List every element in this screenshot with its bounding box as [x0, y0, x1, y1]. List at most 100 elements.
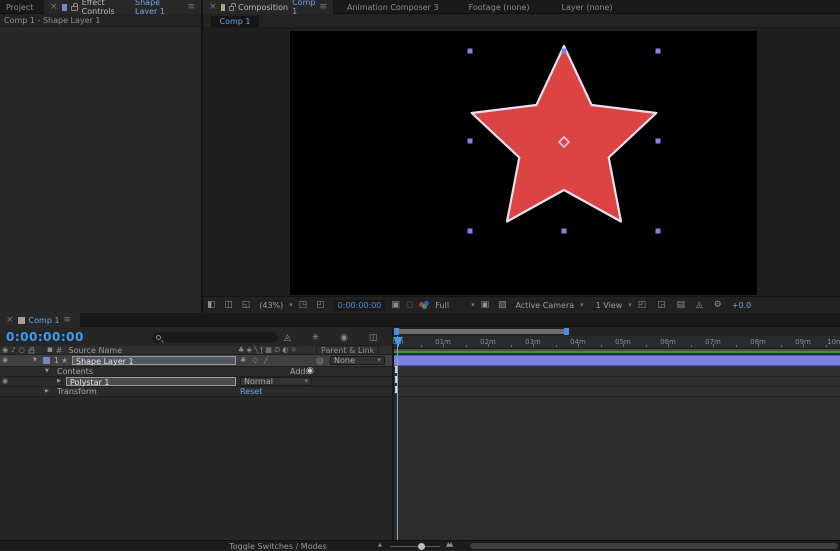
ruler-tick — [600, 345, 602, 347]
tab-composition[interactable]: × Composition Comp 1 ≡ — [203, 0, 333, 16]
solo-column-icon: ○ — [18, 345, 25, 354]
show-channel-icon[interactable] — [419, 301, 430, 309]
effect-controls-tabbar: Project × Effect Controls Shape Layer 1 … — [0, 0, 201, 16]
blend-mode-dropdown[interactable]: Normal ▾ — [240, 377, 312, 386]
shape-layer-overlay — [467, 44, 661, 234]
time-ruler[interactable]: 0m 01m 02m 03m 04m 05m 06m 07m 08m 09m 1… — [392, 336, 840, 349]
chevron-down-icon[interactable]: ▾ — [289, 301, 293, 309]
panel-swatch-icon — [220, 3, 225, 11]
layer-label-swatch[interactable] — [43, 357, 50, 364]
tab-project[interactable]: Project — [0, 0, 44, 14]
tab-timeline-comp1[interactable]: × Comp 1 ≡ — [0, 313, 80, 327]
close-icon[interactable]: × — [6, 315, 14, 325]
pickwhip-icon[interactable]: @ — [316, 356, 324, 365]
subtab-comp1[interactable]: Comp 1 — [211, 16, 259, 27]
property-row-contents[interactable]: ▼ Contents Add: ◉ — [0, 367, 393, 377]
navigator-handle-left[interactable] — [394, 328, 399, 335]
view-layout-dropdown[interactable]: 1 View — [596, 301, 623, 310]
subtab-comp1-label: Comp 1 — [219, 17, 251, 26]
camera-view-dropdown[interactable]: Active Camera — [515, 301, 574, 310]
ruler-tick — [758, 344, 759, 347]
layer-duration-bar[interactable] — [394, 355, 840, 366]
footer-bar: Toggle Switches / Modes ▲ ▲▲ — [0, 540, 840, 551]
tab-composition-label: Composition — [238, 2, 289, 12]
transform-reset-button[interactable]: Reset — [240, 387, 262, 396]
lock-icon[interactable] — [71, 2, 79, 11]
contents-label: Contents — [57, 367, 93, 376]
snapshot-camera-icon[interactable]: ▣ — [391, 300, 400, 310]
panel-menu-icon[interactable]: ≡ — [64, 315, 72, 325]
tab-layer[interactable]: Layer (none) — [555, 0, 618, 14]
add-property-button[interactable]: ◉ — [306, 367, 314, 376]
playhead-head[interactable] — [393, 337, 403, 347]
ruler-tick — [533, 344, 534, 347]
preview-tools-icons[interactable]: ◰ ◲ ▤ ◬ ⚙ — [638, 300, 726, 310]
timeline-zoom-slider[interactable] — [390, 543, 440, 550]
zoom-out-mountain-icon[interactable]: ▲ — [378, 543, 382, 548]
ruler-tick — [465, 345, 467, 347]
zoom-slider-knob[interactable] — [418, 543, 425, 550]
timeline-body: 0:00:00:00 ◬ ✳ ◉ ◫ ◔ ▢ ◉ ♪ ○ ▪ # Source … — [0, 327, 840, 540]
ruler-tick — [623, 344, 624, 347]
playhead-line[interactable] — [397, 336, 398, 540]
chevron-down-icon: ▾ — [304, 377, 308, 385]
ruler-tick — [668, 344, 669, 347]
layer-row-shape-layer-1[interactable]: ◉ ▼ 1 ★ Shape Layer 1 ♣ ◇ ╱ @ None ▾ — [0, 355, 393, 367]
zoom-in-mountain-icon[interactable]: ▲▲ — [446, 542, 453, 548]
lock-icon[interactable] — [228, 2, 237, 11]
ruler-tick — [780, 345, 782, 347]
exposure-value[interactable]: +0.0 — [732, 301, 751, 310]
chevron-down-icon[interactable]: ▾ — [471, 301, 475, 309]
track-rows-bg — [394, 366, 840, 397]
timeline-tabbar: × Comp 1 ≡ — [0, 313, 840, 327]
tab-project-label: Project — [6, 2, 34, 12]
region-of-interest-icon[interactable]: ▣ ▨ — [481, 300, 510, 310]
polystar-name[interactable]: Polystar 1 — [66, 377, 236, 387]
resolution-dropdown[interactable]: Full — [435, 301, 449, 310]
effect-controls-body — [0, 27, 201, 313]
tab-animation-composer[interactable]: Animation Composer 3 — [341, 0, 445, 14]
layer-switches-icons[interactable]: ♣ ◇ ╱ — [240, 357, 270, 364]
column-parent-link[interactable]: Parent & Link — [316, 344, 380, 356]
panel-menu-icon[interactable]: ≡ — [187, 2, 195, 12]
navigator-handle-right[interactable] — [564, 328, 569, 335]
polystar-shape[interactable] — [470, 44, 658, 223]
viewer-timecode[interactable]: 0:00:00:00 — [333, 299, 386, 311]
ruler-tick — [578, 344, 579, 347]
chevron-down-icon[interactable]: ▾ — [580, 301, 584, 309]
twirl-closed-icon[interactable]: ▶ — [45, 389, 49, 394]
always-preview-icon[interactable]: ◧ ◫ ◱ — [207, 300, 253, 310]
layer-name[interactable]: Shape Layer 1 — [72, 356, 236, 366]
timeline-timecode[interactable]: 0:00:00:00 — [6, 330, 84, 344]
property-row-transform[interactable]: ▶ Transform Reset — [0, 387, 393, 397]
eye-toggle-icon[interactable]: ◉ — [2, 378, 8, 385]
eye-toggle-icon[interactable]: ◉ — [2, 357, 8, 364]
shape-layer-icon: ★ — [61, 355, 69, 365]
grid-guides-icon[interactable]: ◳ ◰ — [299, 300, 328, 310]
column-source-name[interactable]: Source Name — [69, 346, 123, 355]
search-icon — [156, 335, 161, 340]
magnification-dropdown[interactable]: (43%) — [259, 301, 283, 310]
tab-animation-composer-label: Animation Composer 3 — [347, 2, 439, 12]
panel-swatch-icon — [17, 316, 25, 324]
navigator-bar[interactable] — [396, 329, 568, 334]
panel-swatch-icon — [61, 3, 68, 11]
twirl-closed-icon[interactable]: ▶ — [57, 379, 61, 384]
ruler-tick — [510, 345, 512, 347]
chevron-down-icon[interactable]: ▾ — [628, 301, 632, 309]
twirl-open-icon[interactable]: ▼ — [33, 358, 37, 363]
viewer-toolbar: ◧ ◫ ◱ (43%) ▾ ◳ ◰ 0:00:00:00 ▣ ◻ Full ▾ … — [203, 296, 840, 313]
parent-dropdown[interactable]: None ▾ — [330, 356, 385, 365]
search-input[interactable] — [152, 332, 278, 343]
show-snapshot-icon[interactable]: ◻ — [406, 300, 413, 310]
tab-footage[interactable]: Footage (none) — [463, 0, 536, 14]
ruler-tick — [803, 344, 804, 347]
close-icon[interactable]: × — [209, 2, 217, 12]
property-row-polystar[interactable]: ◉ ▶ Polystar 1 Normal ▾ — [0, 377, 393, 387]
ruler-tick — [825, 345, 827, 347]
panel-menu-icon[interactable]: ≡ — [319, 2, 327, 12]
twirl-open-icon[interactable]: ▼ — [45, 369, 49, 374]
tab-effect-controls[interactable]: × Effect Controls Shape Layer 1 ≡ — [44, 0, 201, 16]
close-icon[interactable]: × — [50, 2, 58, 12]
horizontal-scrollbar[interactable] — [470, 543, 838, 549]
